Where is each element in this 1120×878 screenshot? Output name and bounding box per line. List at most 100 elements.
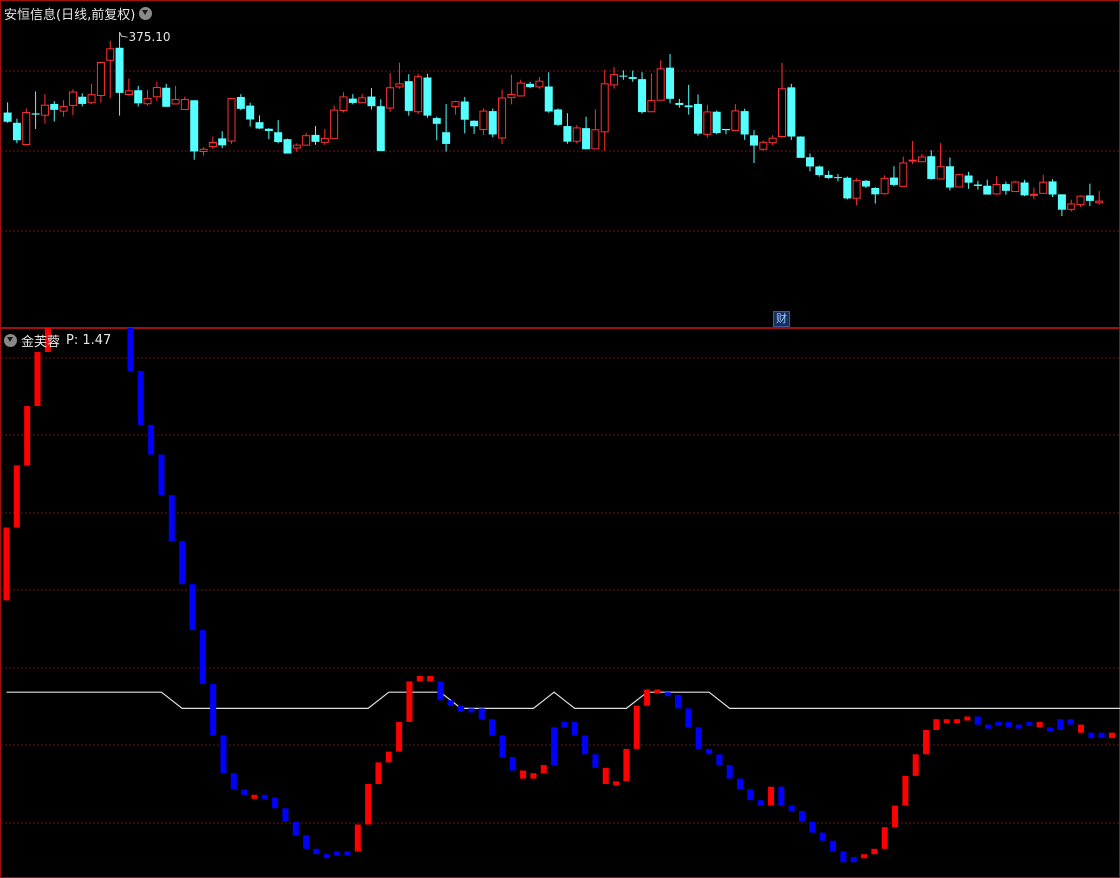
candle-body-down	[582, 128, 591, 150]
indicator-bar-down	[1016, 724, 1023, 729]
indicator-bar-up	[912, 754, 919, 776]
indicator-bar-up	[34, 352, 41, 406]
candle-body-down	[460, 101, 469, 120]
indicator-bar-down	[695, 727, 702, 749]
indicator-bar-down	[489, 719, 496, 736]
candle-body-down	[348, 98, 357, 103]
candle-body-down	[442, 132, 451, 144]
reference-line	[6, 691, 1120, 709]
indicator-bar-down	[1047, 727, 1054, 732]
indicator-bar-down	[664, 692, 671, 697]
indicator-bar-up	[416, 676, 423, 682]
finance-badge[interactable]: 财	[773, 311, 790, 327]
candle-body-down	[376, 106, 385, 152]
indicator-bar-down	[726, 765, 733, 779]
candlestick-chart[interactable]: 375.10	[0, 0, 1120, 328]
indicator-bar-down	[458, 705, 465, 712]
candle-body-down	[694, 103, 703, 134]
indicator-bar-down	[478, 708, 485, 720]
indicator-bar-up	[1109, 732, 1115, 739]
indicator-bar-up	[644, 689, 651, 706]
indicator-bar-down	[323, 854, 330, 859]
indicator-bar-up	[861, 854, 868, 859]
price-frame	[0, 0, 1120, 328]
candle-body-up	[199, 148, 208, 152]
price-panel-title: 安恒信息(日线,前复权)	[4, 8, 136, 23]
indicator-bar-down	[675, 694, 682, 709]
candle-body-down	[722, 128, 731, 131]
indicator-bar-down	[685, 708, 692, 728]
indicator-bar-up	[530, 773, 537, 779]
candle-body-down	[162, 87, 171, 107]
candle-body-down	[236, 96, 245, 109]
indicator-bar-up	[365, 784, 372, 825]
candle-body-down	[983, 185, 992, 195]
indicator-bar-down	[303, 835, 310, 849]
indicator-bar-down	[292, 821, 299, 836]
candle-body-up	[152, 87, 161, 98]
indicator-bar-down	[1098, 732, 1105, 739]
candle-body-down	[554, 109, 563, 125]
candle-body-down	[255, 122, 264, 129]
candle-body-up	[1076, 195, 1085, 206]
indicator-bar-up	[375, 762, 382, 784]
candle-body-up	[358, 97, 367, 104]
candle-body-up	[1029, 193, 1038, 196]
indicator-bar-down	[509, 757, 516, 771]
candle-body-up	[516, 82, 525, 97]
candle-body-up	[339, 96, 348, 112]
candle-body-up	[600, 83, 609, 133]
candle-body-up	[22, 112, 31, 146]
candle-body-up	[180, 98, 189, 110]
indicator-bar-up	[902, 775, 909, 806]
indicator-bar-down	[737, 778, 744, 790]
chevron-down-circle-icon[interactable]	[139, 7, 153, 20]
indicator-bar-down	[850, 856, 857, 863]
indicator-bar-down	[592, 754, 599, 768]
candle-body-down	[274, 132, 283, 143]
indicator-bar-down	[1088, 732, 1095, 739]
price-panel[interactable]: 安恒信息(日线,前复权) 375.10 财	[0, 0, 1120, 328]
indicator-bar-up	[602, 767, 609, 784]
indicator-bar-up	[13, 465, 20, 528]
candle-body-down	[805, 157, 814, 167]
indicator-bar-down	[706, 748, 713, 755]
indicator-bar-down	[447, 700, 454, 706]
candle-body-up	[936, 166, 945, 180]
candle-body-up	[731, 110, 740, 131]
candle-body-down	[824, 174, 833, 178]
candle-body-down	[432, 118, 441, 124]
candle-body-down	[544, 86, 553, 112]
candle-body-down	[927, 156, 936, 179]
indicator-bar-down	[551, 727, 558, 766]
indicator-bar-down	[985, 724, 992, 729]
candle-body-up	[656, 68, 665, 101]
candle-body-up	[87, 94, 96, 104]
candle-body-up	[572, 127, 581, 142]
candle-body-up	[777, 88, 786, 138]
indicator-bar-up	[406, 681, 413, 722]
candle-body-down	[488, 111, 497, 135]
candle-body-down	[666, 67, 675, 99]
candle-body-down	[787, 87, 796, 137]
indicator-bar-up	[954, 719, 961, 724]
indicator-bar-down	[148, 424, 155, 455]
indicator-bar-down	[158, 454, 165, 496]
indicator-bar-up	[427, 676, 434, 682]
candle-body-down	[1020, 182, 1029, 196]
candle-body-up	[106, 48, 115, 61]
chevron-down-circle-icon[interactable]	[4, 334, 17, 347]
indicator-bar-down	[819, 832, 826, 841]
indicator-bar-down	[179, 541, 186, 585]
indicator-panel[interactable]: 金芙蓉 P: 1.47	[0, 328, 1120, 878]
indicator-bar-down	[220, 735, 227, 774]
candle-body-down	[1048, 181, 1057, 195]
candle-body-down	[684, 105, 693, 108]
indicator-bar-up	[633, 705, 640, 749]
max-price-pointer	[119, 31, 128, 38]
indicator-chart[interactable]	[0, 328, 1120, 878]
indicator-bar-up	[396, 721, 403, 752]
indicator-bar-down	[571, 721, 578, 736]
indicator-bar-up	[3, 527, 10, 601]
indicator-bar-down	[499, 735, 506, 757]
